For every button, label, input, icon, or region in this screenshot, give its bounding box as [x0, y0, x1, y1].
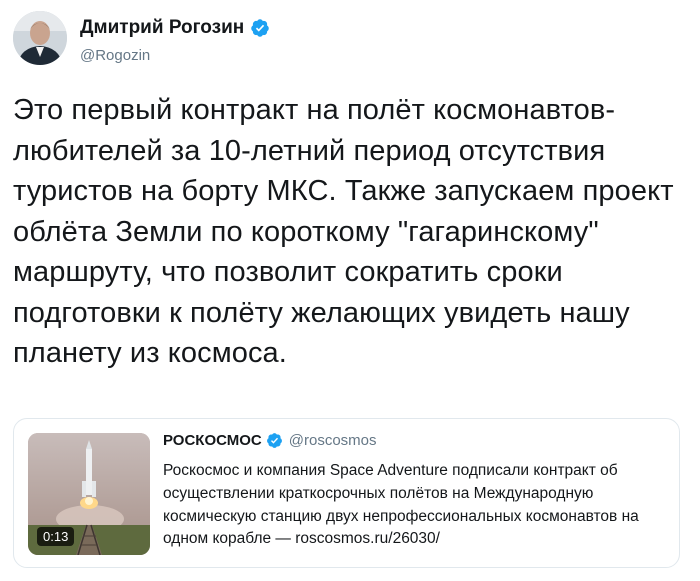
- verified-badge-icon: [266, 433, 282, 448]
- author-name-row: Дмитрий Рогозин: [80, 17, 270, 39]
- quoted-author-row: РОСКОСМОС @roscosmos: [163, 432, 377, 449]
- quoted-author-name[interactable]: РОСКОСМОС: [163, 432, 262, 449]
- author-handle[interactable]: @Rogozin: [80, 47, 150, 64]
- verified-badge-icon: [251, 19, 269, 37]
- quoted-author-handle[interactable]: @roscosmos: [289, 432, 377, 449]
- author-display-name[interactable]: Дмитрий Рогозин: [80, 17, 244, 39]
- tweet-text: Это первый контракт на полёт космонавтов…: [13, 94, 674, 369]
- author-avatar[interactable]: [13, 11, 67, 65]
- video-thumbnail[interactable]: 0:13: [28, 433, 150, 555]
- quoted-tweet-text: Роскосмос и компания Space Adventure под…: [163, 462, 639, 548]
- quoted-tweet-card[interactable]: 0:13 РОСКОСМОС @roscosmos Роскосмос и ко…: [13, 418, 680, 568]
- video-duration-badge: 0:13: [37, 527, 75, 546]
- person-avatar-icon: [13, 11, 67, 65]
